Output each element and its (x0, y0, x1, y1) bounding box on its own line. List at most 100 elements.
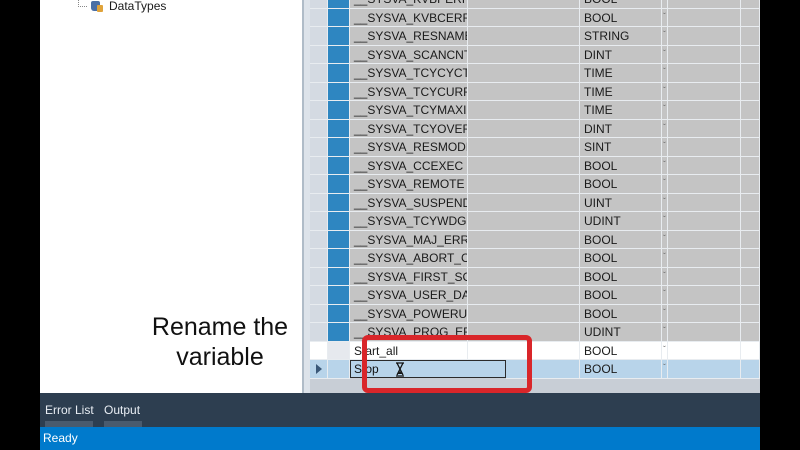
variable-name-cell[interactable]: __SYSVA_SCANCNT (350, 45, 468, 64)
data-type-cell[interactable]: STRING (580, 27, 662, 46)
row-selector[interactable] (310, 323, 328, 342)
row-selector[interactable] (310, 249, 328, 268)
data-type-cell[interactable]: UDINT (580, 323, 662, 342)
attributes-cell[interactable] (668, 323, 760, 342)
data-type-cell[interactable]: BOOL (580, 175, 662, 194)
data-type-cell[interactable]: DINT (580, 45, 662, 64)
variable-name-cell[interactable]: __SYSVA_TCYCYCTIM (350, 64, 468, 83)
row-selector[interactable] (310, 286, 328, 305)
variable-name-cell[interactable]: __SYSVA_KVBPERR (350, 0, 468, 9)
attributes-cell[interactable] (668, 249, 760, 268)
data-type-cell[interactable]: BOOL (580, 286, 662, 305)
variable-name-cell[interactable]: __SYSVA_MAJ_ERR_H (350, 230, 468, 249)
variable-name-cell[interactable]: __SYSVA_TCYWDG (350, 212, 468, 231)
attributes-cell[interactable] (668, 138, 760, 157)
data-type-cell[interactable]: BOOL (580, 360, 662, 379)
data-type-cell[interactable]: BOOL (580, 267, 662, 286)
row-selector[interactable] (310, 156, 328, 175)
data-type-cell[interactable]: TIME (580, 82, 662, 101)
data-type-cell[interactable]: UINT (580, 193, 662, 212)
data-type-cell[interactable]: TIME (580, 101, 662, 120)
table-row[interactable]: __SYSVA_USER_DATABOOLˇ (310, 286, 760, 305)
attributes-cell[interactable] (668, 64, 760, 83)
variable-name-cell[interactable]: __SYSVA_CCEXEC (350, 156, 468, 175)
data-type-cell[interactable]: BOOL (580, 156, 662, 175)
comment-cell[interactable] (468, 0, 580, 9)
table-row[interactable]: __SYSVA_SCANCNT DINT ˇ (310, 45, 760, 64)
variable-name-cell[interactable]: __SYSVA_TCYOVERFL (350, 119, 468, 138)
table-row[interactable]: __SYSVA_MAJ_ERR_HBOOLˇ (310, 230, 760, 249)
attributes-cell[interactable] (668, 156, 760, 175)
data-type-cell[interactable]: BOOL (580, 8, 662, 27)
attributes-cell[interactable] (668, 175, 760, 194)
row-selector[interactable] (310, 119, 328, 138)
variable-name-cell[interactable]: __SYSVA_TCYCURREI (350, 82, 468, 101)
row-selector[interactable] (310, 45, 328, 64)
row-selector[interactable] (310, 8, 328, 27)
comment-cell[interactable] (468, 230, 580, 249)
comment-cell[interactable] (468, 101, 580, 120)
table-row[interactable]: __SYSVA_KVBPERRBOOLˇ (310, 0, 760, 9)
attributes-cell[interactable] (668, 45, 760, 64)
table-row[interactable]: __SYSVA_KVBCERR BOOL ˇ (310, 8, 760, 27)
table-row[interactable]: __SYSVA_TCYWDG UDINT ˇ (310, 212, 760, 231)
row-selector[interactable] (310, 101, 328, 120)
table-row[interactable]: __SYSVA_TCYOVERFLDINTˇ (310, 119, 760, 138)
tab-error-list[interactable]: Error List (45, 403, 94, 417)
row-selector[interactable] (310, 193, 328, 212)
comment-cell[interactable] (468, 45, 580, 64)
table-row[interactable]: __SYSVA_FIRST_SCAIBOOLˇ (310, 267, 760, 286)
data-type-cell[interactable]: UDINT (580, 212, 662, 231)
row-selector[interactable] (310, 267, 328, 286)
comment-cell[interactable] (468, 193, 580, 212)
comment-cell[interactable] (468, 249, 580, 268)
comment-cell[interactable] (468, 8, 580, 27)
data-type-cell[interactable]: BOOL (580, 304, 662, 323)
attributes-cell[interactable] (668, 304, 760, 323)
row-selector[interactable] (310, 230, 328, 249)
attributes-cell[interactable] (668, 101, 760, 120)
comment-cell[interactable] (468, 304, 580, 323)
table-row[interactable]: __SYSVA_CCEXEC BOOL ˇ (310, 156, 760, 175)
table-row[interactable]: __SYSVA_RESNAME STRING ˇ (310, 27, 760, 46)
data-type-cell[interactable]: BOOL (580, 341, 662, 360)
table-row[interactable]: __SYSVA_TCYCYCTIMTIMEˇ (310, 64, 760, 83)
variable-name-cell[interactable]: __SYSVA_POWERUP_ (350, 304, 468, 323)
table-row[interactable]: __SYSVA_TCYMAXIMUTIMEˇ (310, 101, 760, 120)
data-type-cell[interactable]: BOOL (580, 230, 662, 249)
table-row[interactable]: __SYSVA_RESMODE SINT ˇ (310, 138, 760, 157)
attributes-cell[interactable] (668, 119, 760, 138)
variable-name-cell[interactable]: __SYSVA_RESMODE (350, 138, 468, 157)
attributes-cell[interactable] (668, 360, 760, 379)
data-type-cell[interactable]: TIME (580, 64, 662, 83)
row-selector[interactable] (310, 212, 328, 231)
comment-cell[interactable] (468, 175, 580, 194)
row-selector[interactable] (310, 304, 328, 323)
variable-name-cell[interactable]: __SYSVA_TCYMAXIMU (350, 101, 468, 120)
variable-name-cell[interactable]: __SYSVA_RESNAME (350, 27, 468, 46)
comment-cell[interactable] (468, 286, 580, 305)
tree-item-datatypes[interactable]: DataTypes (78, 0, 166, 15)
row-selector[interactable] (310, 64, 328, 83)
attributes-cell[interactable] (668, 230, 760, 249)
table-row[interactable]: __SYSVA_POWERUP_BOOLˇ (310, 304, 760, 323)
variable-name-cell[interactable]: __SYSVA_USER_DATA (350, 286, 468, 305)
attributes-cell[interactable] (668, 8, 760, 27)
data-type-cell[interactable]: BOOL (580, 0, 662, 9)
variable-name-cell[interactable]: __SYSVA_ABORT_CYC (350, 249, 468, 268)
attributes-cell[interactable] (668, 341, 760, 360)
comment-cell[interactable] (468, 212, 580, 231)
attributes-cell[interactable] (668, 286, 760, 305)
variable-name-cell[interactable]: __SYSVA_FIRST_SCAI (350, 267, 468, 286)
row-selector[interactable] (310, 82, 328, 101)
attributes-cell[interactable] (668, 27, 760, 46)
comment-cell[interactable] (468, 64, 580, 83)
data-type-cell[interactable]: DINT (580, 119, 662, 138)
attributes-cell[interactable] (668, 0, 760, 9)
row-selector[interactable] (310, 360, 328, 379)
table-row[interactable]: __SYSVA_TCYCURREITIMEˇ (310, 82, 760, 101)
variable-name-cell[interactable]: __SYSVA_KVBCERR (350, 8, 468, 27)
variable-name-cell[interactable]: __SYSVA_REMOTE (350, 175, 468, 194)
attributes-cell[interactable] (668, 193, 760, 212)
data-type-cell[interactable]: SINT (580, 138, 662, 157)
